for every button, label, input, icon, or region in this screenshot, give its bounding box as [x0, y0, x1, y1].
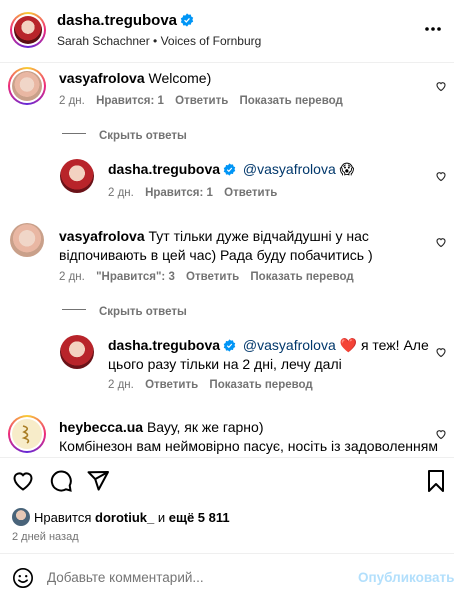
reply-emoji: ❤️ [339, 337, 358, 353]
likes-and: и [157, 510, 166, 525]
comment-composer: Опубликовать [0, 554, 454, 600]
verified-icon [223, 163, 236, 176]
hide-replies-button[interactable]: Скрыть ответы [62, 302, 187, 320]
reply-username[interactable]: dasha.tregubova [108, 337, 220, 353]
comment-text: Вауу, як же гарно) [146, 419, 264, 435]
reply-button[interactable]: Ответить [175, 95, 228, 107]
hide-replies-button[interactable]: Скрыть ответы [62, 126, 187, 144]
author-username[interactable]: dasha.tregubova [57, 12, 177, 29]
post-header: dasha.tregubova Sarah Schachner • Voices… [0, 0, 454, 62]
reply-mention-link[interactable]: @vasyafrolova [243, 161, 336, 177]
comment-time[interactable]: 2 дн. [59, 271, 85, 283]
comment-text: Тут тільки дуже відчайдушні у нас [148, 228, 369, 244]
comment-like-heart-icon[interactable] [435, 428, 447, 440]
more-options-icon[interactable] [424, 26, 442, 32]
add-comment-input[interactable] [47, 567, 337, 587]
likes-prefix: Нравится [34, 510, 92, 525]
show-translation-button[interactable]: Показать перевод [250, 271, 353, 283]
comment-text: Welcome) [148, 70, 212, 86]
reply-like-heart-icon[interactable] [435, 346, 447, 358]
reply-time[interactable]: 2 дн. [108, 187, 134, 199]
replies-line [62, 133, 86, 134]
reply-username[interactable]: dasha.tregubova [108, 161, 220, 177]
commenter-avatar-ring[interactable] [8, 415, 46, 453]
liker-username[interactable]: dorotiuk_ [95, 510, 154, 525]
comment-username[interactable]: vasyafrolova [59, 70, 145, 86]
emoji-smiley-icon[interactable] [12, 567, 34, 589]
reply-text: я теж! Але [360, 337, 429, 353]
verified-icon [180, 13, 194, 27]
comment-likes[interactable]: "Нравится": 3 [96, 271, 175, 283]
comment-text-continued: відпочивають в цей час) Рада буду побачи… [59, 247, 373, 263]
publish-button[interactable]: Опубликовать [358, 570, 454, 585]
like-heart-icon[interactable] [11, 469, 35, 493]
comment-username[interactable]: heybecca.ua [59, 419, 143, 435]
reply-text-continued: цього разу тільки на 2 дні, лечу далі [108, 356, 342, 372]
commenter-avatar[interactable] [10, 223, 44, 257]
logo-icon [21, 425, 30, 444]
save-bookmark-icon[interactable] [426, 469, 446, 493]
comment-like-heart-icon[interactable] [435, 80, 447, 92]
verified-icon [223, 339, 236, 352]
reply-likes[interactable]: Нравится: 1 [145, 187, 213, 199]
liker-avatar[interactable] [12, 508, 30, 526]
reply-button[interactable]: Ответить [224, 187, 277, 199]
replies-line [62, 309, 86, 310]
show-translation-button[interactable]: Показать перевод [209, 379, 312, 391]
reply-mention-link[interactable]: @vasyafrolova [243, 337, 336, 353]
author-avatar [14, 16, 42, 44]
comment-username[interactable]: vasyafrolova [59, 228, 145, 244]
comment-like-heart-icon[interactable] [435, 236, 447, 248]
reply-button[interactable]: Ответить [145, 379, 198, 391]
post-subtitle[interactable]: Sarah Schachner • Voices of Fornburg [57, 34, 261, 48]
reply-button[interactable]: Ответить [186, 271, 239, 283]
author-avatar-ring[interactable] [10, 12, 46, 48]
reply-like-heart-icon[interactable] [435, 170, 447, 182]
reply-emoji: 😱 [339, 161, 355, 177]
show-translation-button[interactable]: Показать перевод [240, 95, 343, 107]
commenter-avatar-ring[interactable] [8, 67, 46, 105]
likes-count[interactable]: ещё 5 811 [169, 510, 230, 525]
comment-text-continued: Комбінезон вам неймовірно пасує, носіть … [59, 438, 438, 454]
commenter-avatar [12, 71, 42, 101]
reply-author-avatar[interactable] [60, 335, 94, 369]
post-date[interactable]: 2 дней назад [12, 531, 79, 543]
action-bar [0, 458, 454, 504]
comments-list: vasyafrolova Welcome) 2 дн. Нравится: 1 … [0, 63, 454, 456]
share-send-icon[interactable] [86, 469, 110, 493]
reply-time[interactable]: 2 дн. [108, 379, 134, 391]
comment-bubble-icon[interactable] [49, 469, 73, 493]
comment-likes[interactable]: Нравится: 1 [96, 95, 164, 107]
reply-author-avatar[interactable] [60, 159, 94, 193]
comment-time[interactable]: 2 дн. [59, 95, 85, 107]
